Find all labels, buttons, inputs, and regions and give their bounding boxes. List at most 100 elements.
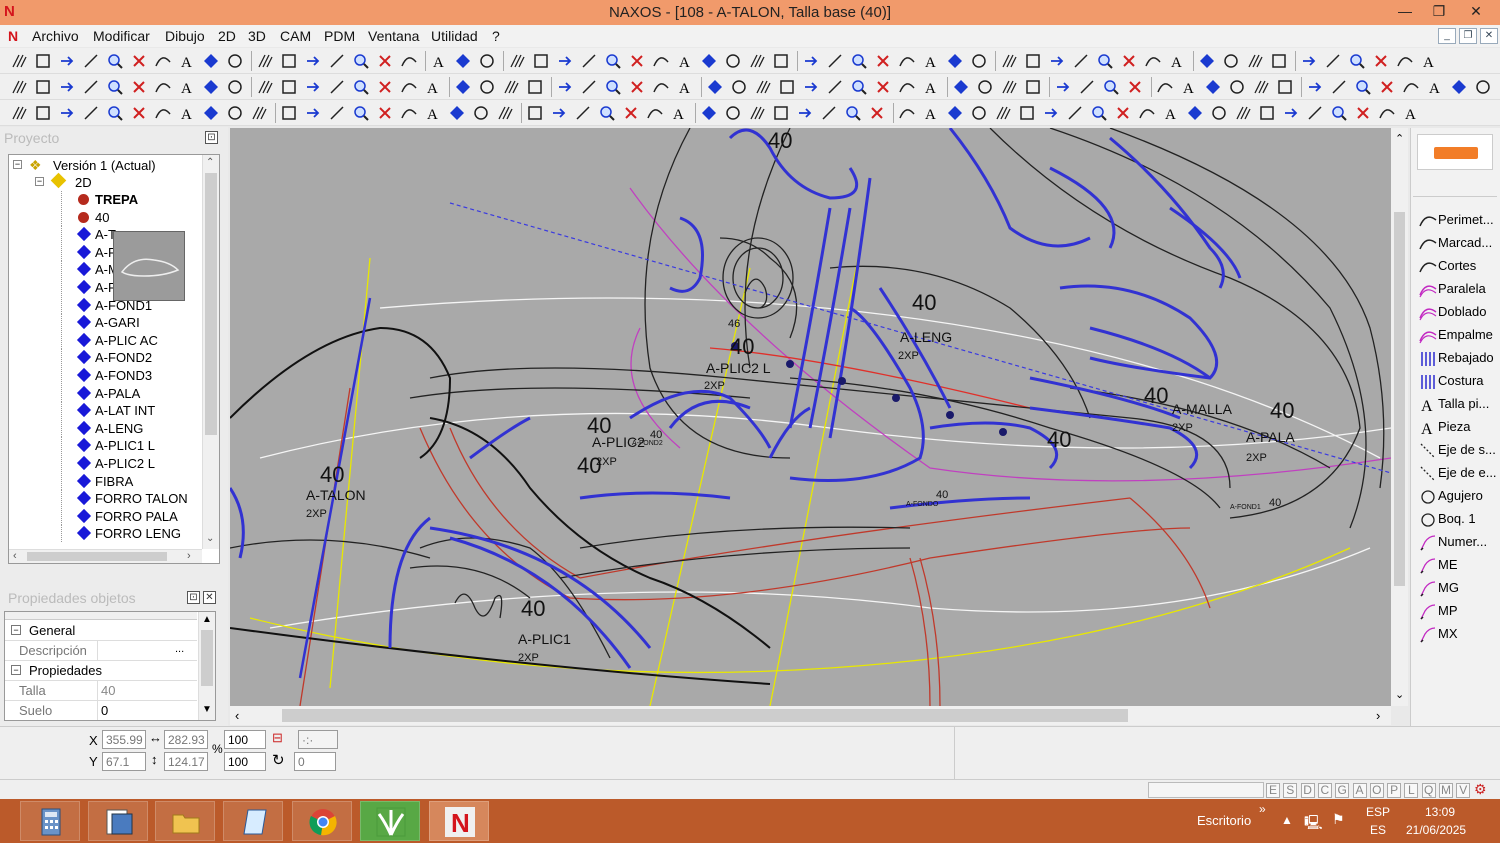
diamond-tool-icon[interactable] xyxy=(1186,104,1204,122)
line-tool-icon[interactable] xyxy=(820,104,838,122)
box-tool-icon[interactable] xyxy=(34,104,52,122)
circle-tool-icon[interactable] xyxy=(1474,78,1492,96)
mdi-close-button[interactable]: ✕ xyxy=(1480,28,1498,44)
tree-item[interactable]: 40 xyxy=(9,208,201,226)
tree-item[interactable]: A-FOND2 xyxy=(9,349,201,367)
zoom-tool-icon[interactable] xyxy=(598,104,616,122)
diamond-tool-icon[interactable] xyxy=(700,104,718,122)
diamond-tool-icon[interactable] xyxy=(202,104,220,122)
line-tool-icon[interactable] xyxy=(328,78,346,96)
line-tool-icon[interactable] xyxy=(826,78,844,96)
cross-tool-icon[interactable] xyxy=(622,104,640,122)
settings-icon[interactable]: ⚙ xyxy=(1474,781,1487,798)
box-tool-icon[interactable] xyxy=(280,78,298,96)
text-tool-icon[interactable]: A xyxy=(430,52,448,70)
suelo-value[interactable]: 0 xyxy=(101,703,108,718)
circle-tool-icon[interactable] xyxy=(1222,52,1240,70)
menu-ventana[interactable]: Ventana xyxy=(368,28,419,44)
hatch-tool-icon[interactable] xyxy=(1234,104,1252,122)
status-key-p[interactable]: P xyxy=(1387,783,1402,798)
text-tool-icon[interactable]: A xyxy=(676,78,694,96)
line-tool-icon[interactable] xyxy=(826,52,844,70)
zoom-tool-icon[interactable] xyxy=(1096,52,1114,70)
tree-folder-2d[interactable]: − 2D xyxy=(9,172,201,191)
scale-y-field[interactable]: 100 xyxy=(224,752,266,771)
status-key-q[interactable]: Q xyxy=(1421,783,1436,798)
arrow-tool-icon[interactable] xyxy=(556,78,574,96)
tool-cortes-button[interactable]: Cortes xyxy=(1417,256,1497,276)
box-tool-icon[interactable] xyxy=(280,104,298,122)
status-key-d[interactable]: D xyxy=(1300,783,1315,798)
box-tool-icon[interactable] xyxy=(34,78,52,96)
zoom-tool-icon[interactable] xyxy=(844,104,862,122)
drawing-canvas[interactable]: 40 40 A-LENG 2XP 40 A-PLIC2 L 2XP 46 40 A-MALLA 2X… xyxy=(230,128,1391,706)
menu-cam[interactable]: CAM xyxy=(280,28,311,44)
network-icon[interactable]: 🖳 xyxy=(1304,812,1323,836)
tree-item[interactable]: A-PALA xyxy=(9,384,201,402)
hatch-tool-icon[interactable] xyxy=(1252,78,1270,96)
zoom-tool-icon[interactable] xyxy=(604,78,622,96)
category-propiedades[interactable]: − Propiedades xyxy=(5,661,197,681)
circle-tool-icon[interactable] xyxy=(226,78,244,96)
arrow-tool-icon[interactable] xyxy=(1054,78,1072,96)
cross-tool-icon[interactable] xyxy=(1378,78,1396,96)
tool-ejedee-button[interactable]: Eje de e... xyxy=(1417,463,1497,483)
tool-numer-button[interactable]: Numer... xyxy=(1417,532,1497,552)
taskbar-app-file-explorer[interactable] xyxy=(155,801,215,841)
zoom-tool-icon[interactable] xyxy=(352,104,370,122)
tool-paralela-button[interactable]: Paralela xyxy=(1417,279,1497,299)
line-tool-icon[interactable] xyxy=(1330,78,1348,96)
arrow-tool-icon[interactable] xyxy=(802,52,820,70)
hatch-tool-icon[interactable] xyxy=(748,104,766,122)
close-button[interactable]: ✕ xyxy=(1456,0,1496,22)
rotate-icon[interactable]: ↻ xyxy=(272,751,285,769)
height-field[interactable]: 124.17 xyxy=(164,752,208,771)
zoom-tool-icon[interactable] xyxy=(1354,78,1372,96)
hatch-tool-icon[interactable] xyxy=(10,52,28,70)
line-tool-icon[interactable] xyxy=(574,104,592,122)
clock-time[interactable]: 13:09 xyxy=(1425,805,1455,819)
arrow-tool-icon[interactable] xyxy=(1048,52,1066,70)
tree-root[interactable]: − ❖ Versión 1 (Actual) xyxy=(9,157,201,174)
tree-item[interactable]: TREPA xyxy=(9,191,201,208)
text-tool-icon[interactable]: A xyxy=(670,104,688,122)
arrow-tool-icon[interactable] xyxy=(1306,78,1324,96)
line-tool-icon[interactable] xyxy=(1306,104,1324,122)
text-tool-icon[interactable]: A xyxy=(178,104,196,122)
category-general[interactable]: − General xyxy=(5,621,197,641)
diamond-tool-icon[interactable] xyxy=(946,104,964,122)
hatch-tool-icon[interactable] xyxy=(1000,52,1018,70)
status-key-o[interactable]: O xyxy=(1369,783,1384,798)
curve-tool-icon[interactable] xyxy=(400,104,418,122)
tool-mp-button[interactable]: MP xyxy=(1417,601,1497,621)
cross-tool-icon[interactable] xyxy=(376,104,394,122)
arrow-tool-icon[interactable] xyxy=(58,78,76,96)
language-indicator[interactable]: ESP xyxy=(1366,805,1390,819)
box-tool-icon[interactable] xyxy=(1024,52,1042,70)
line-tool-icon[interactable] xyxy=(328,104,346,122)
hatch-tool-icon[interactable] xyxy=(496,104,514,122)
curve-tool-icon[interactable] xyxy=(400,52,418,70)
cross-tool-icon[interactable] xyxy=(874,52,892,70)
box-tool-icon[interactable] xyxy=(526,104,544,122)
diamond-tool-icon[interactable] xyxy=(1450,78,1468,96)
width-field[interactable]: 282.93 xyxy=(164,730,208,749)
menu-archivo[interactable]: Archivo xyxy=(32,28,79,44)
cross-tool-icon[interactable] xyxy=(376,78,394,96)
cross-tool-icon[interactable] xyxy=(1120,52,1138,70)
arrow-tool-icon[interactable] xyxy=(796,104,814,122)
row-suelo[interactable]: Suelo 0 xyxy=(5,701,197,720)
curve-tool-icon[interactable] xyxy=(652,52,670,70)
pin-icon[interactable]: ⊡ xyxy=(205,131,218,144)
menu-modificar[interactable]: Modificar xyxy=(93,28,150,44)
hatch-tool-icon[interactable] xyxy=(256,52,274,70)
keyboard-layout-indicator[interactable]: ES xyxy=(1370,823,1386,837)
diamond-tool-icon[interactable] xyxy=(706,78,724,96)
hatch-tool-icon[interactable] xyxy=(1000,78,1018,96)
circle-tool-icon[interactable] xyxy=(976,78,994,96)
line-tool-icon[interactable] xyxy=(1078,78,1096,96)
tree-item[interactable]: A-FOND3 xyxy=(9,367,201,384)
text-tool-icon[interactable]: A xyxy=(1402,104,1420,122)
curve-tool-icon[interactable] xyxy=(898,104,916,122)
curve-tool-icon[interactable] xyxy=(154,104,172,122)
